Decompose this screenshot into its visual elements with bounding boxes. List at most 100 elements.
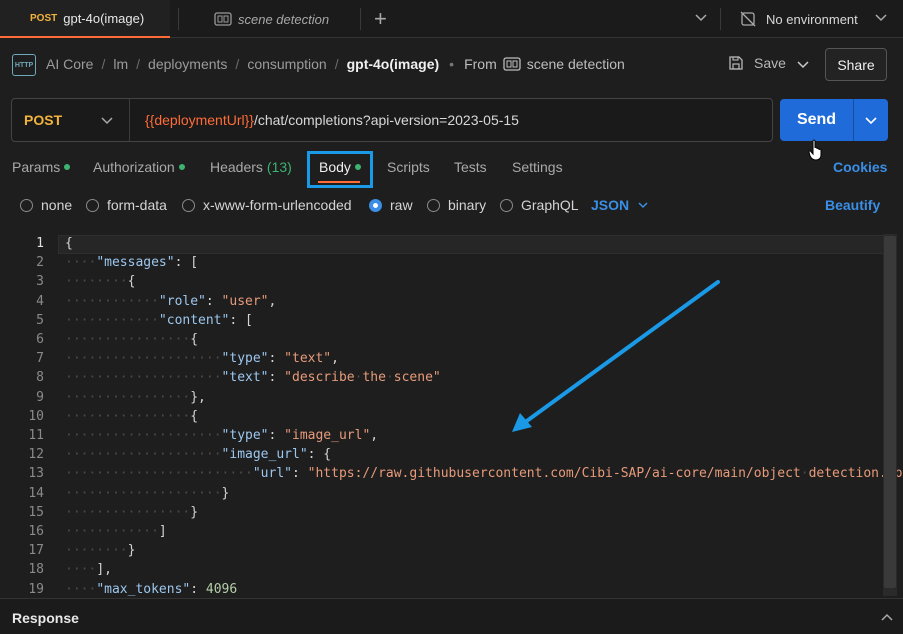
line-number: 15 bbox=[28, 504, 44, 520]
environment-label: No environment bbox=[766, 11, 858, 27]
request-name[interactable]: gpt-4o(image) bbox=[347, 56, 440, 72]
send-button-group: Send bbox=[780, 99, 888, 141]
method-chevron-down-icon bbox=[101, 117, 113, 125]
radio-raw[interactable]: raw bbox=[369, 197, 413, 213]
http-request-icon: HTTP bbox=[12, 54, 36, 76]
status-dot bbox=[178, 164, 185, 170]
radio-label: x-www-form-urlencoded bbox=[203, 197, 352, 213]
request-tabs: Params Authorization Headers (13) Body S… bbox=[0, 150, 903, 184]
radio-label: form-data bbox=[107, 197, 167, 213]
radio-label: raw bbox=[390, 197, 413, 213]
response-label: Response bbox=[12, 610, 79, 626]
radio-binary[interactable]: binary bbox=[427, 197, 486, 213]
radio-circle bbox=[86, 198, 99, 212]
radio-circle bbox=[427, 198, 440, 212]
breadcrumb-item[interactable]: lm bbox=[113, 56, 128, 72]
tab-tests[interactable]: Tests bbox=[454, 159, 487, 175]
tab-method-badge: POST bbox=[30, 12, 58, 24]
beautify-button[interactable]: Beautify bbox=[825, 197, 880, 213]
code-line: ························"url": "https://… bbox=[65, 466, 903, 482]
code-line: { bbox=[65, 236, 73, 251]
code-line: ············"content": [ bbox=[65, 312, 253, 328]
tab-label: gpt-4o(image) bbox=[63, 10, 145, 26]
line-number: 11 bbox=[28, 428, 44, 443]
line-number: 8 bbox=[36, 370, 44, 386]
radio-label: binary bbox=[448, 197, 487, 213]
code-line: ················{ bbox=[65, 332, 199, 347]
code-line: ········{ bbox=[65, 274, 136, 290]
breadcrumb-separator: / bbox=[101, 56, 106, 72]
environment-chevron-down-icon[interactable] bbox=[874, 10, 888, 24]
line-number: 6 bbox=[36, 332, 44, 347]
send-options-button[interactable] bbox=[854, 99, 888, 141]
breadcrumb-item[interactable]: AI Core bbox=[46, 56, 93, 72]
code-line: ····················"image_url": { bbox=[65, 447, 332, 463]
save-options-chevron-icon[interactable] bbox=[796, 57, 810, 71]
new-tab-plus-icon[interactable]: + bbox=[374, 6, 387, 32]
tab-divider bbox=[178, 8, 179, 30]
tab-settings[interactable]: Settings bbox=[512, 159, 563, 175]
example-icon bbox=[214, 12, 232, 26]
radio-form-data[interactable]: form-data bbox=[86, 197, 167, 213]
response-panel-header[interactable]: Response bbox=[0, 598, 903, 634]
line-number: 19 bbox=[28, 581, 44, 596]
save-button[interactable]: Save bbox=[728, 55, 786, 71]
cookies-link[interactable]: Cookies bbox=[833, 159, 887, 175]
body-type-options: none form-data x-www-form-urlencoded raw… bbox=[0, 196, 903, 216]
url-input[interactable]: {{deploymentUrl}}/chat/completions?api-v… bbox=[145, 112, 519, 128]
breadcrumb-separator: / bbox=[235, 56, 240, 72]
line-number: 16 bbox=[28, 524, 44, 539]
breadcrumb-dot: • bbox=[449, 56, 455, 72]
environment-selector[interactable]: No environment bbox=[740, 0, 858, 38]
format-label: JSON bbox=[591, 197, 630, 213]
from-example-link[interactable]: From scene detection bbox=[464, 56, 625, 72]
tab-divider bbox=[360, 8, 361, 30]
from-example-name: scene detection bbox=[526, 56, 625, 72]
chevron-up-icon[interactable] bbox=[880, 611, 894, 625]
line-number: 10 bbox=[28, 408, 44, 424]
line-number: 3 bbox=[36, 274, 44, 290]
example-icon bbox=[503, 57, 521, 71]
send-button[interactable]: Send bbox=[780, 99, 853, 141]
radio-circle bbox=[20, 198, 33, 212]
breadcrumb-separator: / bbox=[334, 56, 339, 72]
line-number: 12 bbox=[28, 447, 44, 463]
breadcrumb-item[interactable]: consumption bbox=[247, 56, 326, 72]
tab-authorization-label: Authorization bbox=[93, 159, 175, 175]
radio-x-www-form-urlencoded[interactable]: x-www-form-urlencoded bbox=[182, 197, 352, 213]
tab-scripts[interactable]: Scripts bbox=[387, 159, 430, 175]
tab-gpt-4o-image[interactable]: POST gpt-4o(image) bbox=[0, 0, 170, 38]
scrollbar-thumb[interactable] bbox=[884, 236, 896, 588]
code-line: ····················"type": "image_url", bbox=[65, 428, 379, 443]
radio-circle bbox=[500, 198, 513, 212]
request-tab-bar: POST gpt-4o(image) scene detection + No … bbox=[0, 0, 903, 38]
tab-authorization[interactable]: Authorization bbox=[93, 159, 185, 175]
url-bar: POST {{deploymentUrl}}/chat/completions?… bbox=[11, 98, 773, 142]
tab-params[interactable]: Params bbox=[12, 159, 71, 175]
radio-none[interactable]: none bbox=[20, 197, 72, 213]
breadcrumb-item[interactable]: deployments bbox=[148, 56, 227, 72]
tabs-chevron-down-icon[interactable] bbox=[694, 10, 708, 24]
share-button[interactable]: Share bbox=[825, 48, 887, 81]
line-number: 9 bbox=[36, 389, 44, 405]
format-select[interactable]: JSON bbox=[591, 197, 649, 213]
code-line: ····], bbox=[65, 562, 112, 578]
line-number: 13 bbox=[28, 466, 44, 482]
code-line: ····"max_tokens": 4096 bbox=[65, 581, 238, 596]
tab-scene-detection[interactable]: scene detection bbox=[200, 0, 360, 38]
status-dot bbox=[64, 164, 71, 170]
code-editor[interactable]: 1 2 3 4 5 6 7 8 9 10 11 12 13 14 15 16 17 18 19 {····"mess… bbox=[0, 234, 903, 596]
tab-headers[interactable]: Headers (13) bbox=[210, 159, 292, 175]
save-icon bbox=[729, 56, 743, 70]
method-select[interactable]: POST bbox=[12, 99, 130, 141]
line-number: 2 bbox=[36, 255, 44, 271]
line-number: 1 bbox=[36, 236, 44, 251]
save-label: Save bbox=[754, 55, 786, 71]
tab-params-label: Params bbox=[12, 159, 61, 175]
breadcrumb-separator: / bbox=[136, 56, 141, 72]
line-number: 18 bbox=[28, 562, 44, 578]
tab-label: scene detection bbox=[238, 11, 330, 27]
code-line: ············"role": "user", bbox=[65, 293, 277, 309]
radio-circle bbox=[182, 198, 195, 212]
radio-graphql[interactable]: GraphQL bbox=[500, 197, 579, 213]
